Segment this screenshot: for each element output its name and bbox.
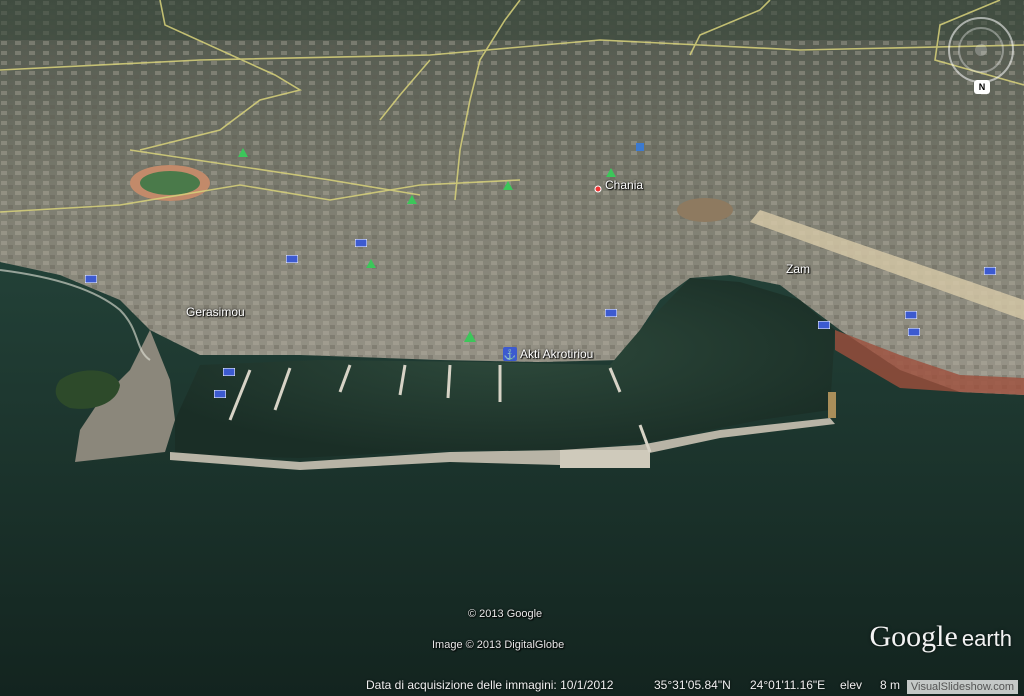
park-icon[interactable] xyxy=(503,178,513,196)
hotel-icon[interactable] xyxy=(354,234,368,252)
longitude-readout: 24°01'11.16"E xyxy=(750,678,826,692)
park-icon[interactable] xyxy=(464,330,476,348)
park-icon[interactable] xyxy=(606,165,616,183)
hotel-icon[interactable] xyxy=(285,250,299,268)
imagery-credit: Image © 2013 DigitalGlobe xyxy=(432,639,565,651)
logo-sub-text: earth xyxy=(961,626,1012,651)
latitude-readout: 35°31'05.84"N xyxy=(654,678,731,692)
copyright-credit: © 2013 Google xyxy=(468,608,543,620)
arena xyxy=(677,198,733,222)
park-icon[interactable] xyxy=(238,145,248,163)
hotel-icon[interactable] xyxy=(222,363,236,381)
watermark: VisualSlideshow.com xyxy=(906,680,1018,694)
hotel-icon[interactable] xyxy=(604,304,618,322)
map-viewport[interactable]: N Chania Gerasimou Zam Akti Akrotiriou ⚓… xyxy=(0,0,1024,696)
lighthouse xyxy=(828,392,836,418)
hotel-icon[interactable] xyxy=(817,316,831,334)
breakwater-fort xyxy=(560,450,650,468)
elevation-value: 8 m xyxy=(880,678,901,692)
info-icon[interactable] xyxy=(636,138,644,156)
marina-icon[interactable]: ⚓ xyxy=(503,347,517,366)
stadium-field xyxy=(140,171,200,195)
city-marker-icon[interactable] xyxy=(594,180,602,198)
status-bar: Data di acquisizione delle immagini: 10/… xyxy=(0,674,1024,696)
horizon-haze xyxy=(0,0,1024,40)
north-indicator-icon[interactable]: N xyxy=(974,80,990,94)
place-label-zam[interactable]: Zam xyxy=(786,262,810,276)
park-icon[interactable] xyxy=(407,192,417,210)
navigation-control[interactable] xyxy=(945,14,1017,86)
hotel-icon[interactable] xyxy=(84,270,98,288)
park-icon[interactable] xyxy=(366,256,376,274)
compass-ring-icon[interactable] xyxy=(945,14,1017,86)
svg-text:⚓: ⚓ xyxy=(504,348,516,361)
hotel-icon[interactable] xyxy=(983,262,997,280)
place-label-akti-akrotiriou[interactable]: Akti Akrotiriou xyxy=(520,347,593,361)
hotel-icon[interactable] xyxy=(213,385,227,403)
hotel-icon[interactable] xyxy=(904,306,918,324)
elevation-label: elev xyxy=(840,678,863,692)
place-label-gerasimou[interactable]: Gerasimou xyxy=(186,305,245,319)
google-earth-logo: Google earth xyxy=(870,620,1012,654)
logo-main-text: Google xyxy=(869,620,958,653)
hotel-icon[interactable] xyxy=(907,323,921,341)
acquisition-date: Data di acquisizione delle immagini: 10/… xyxy=(366,678,614,692)
